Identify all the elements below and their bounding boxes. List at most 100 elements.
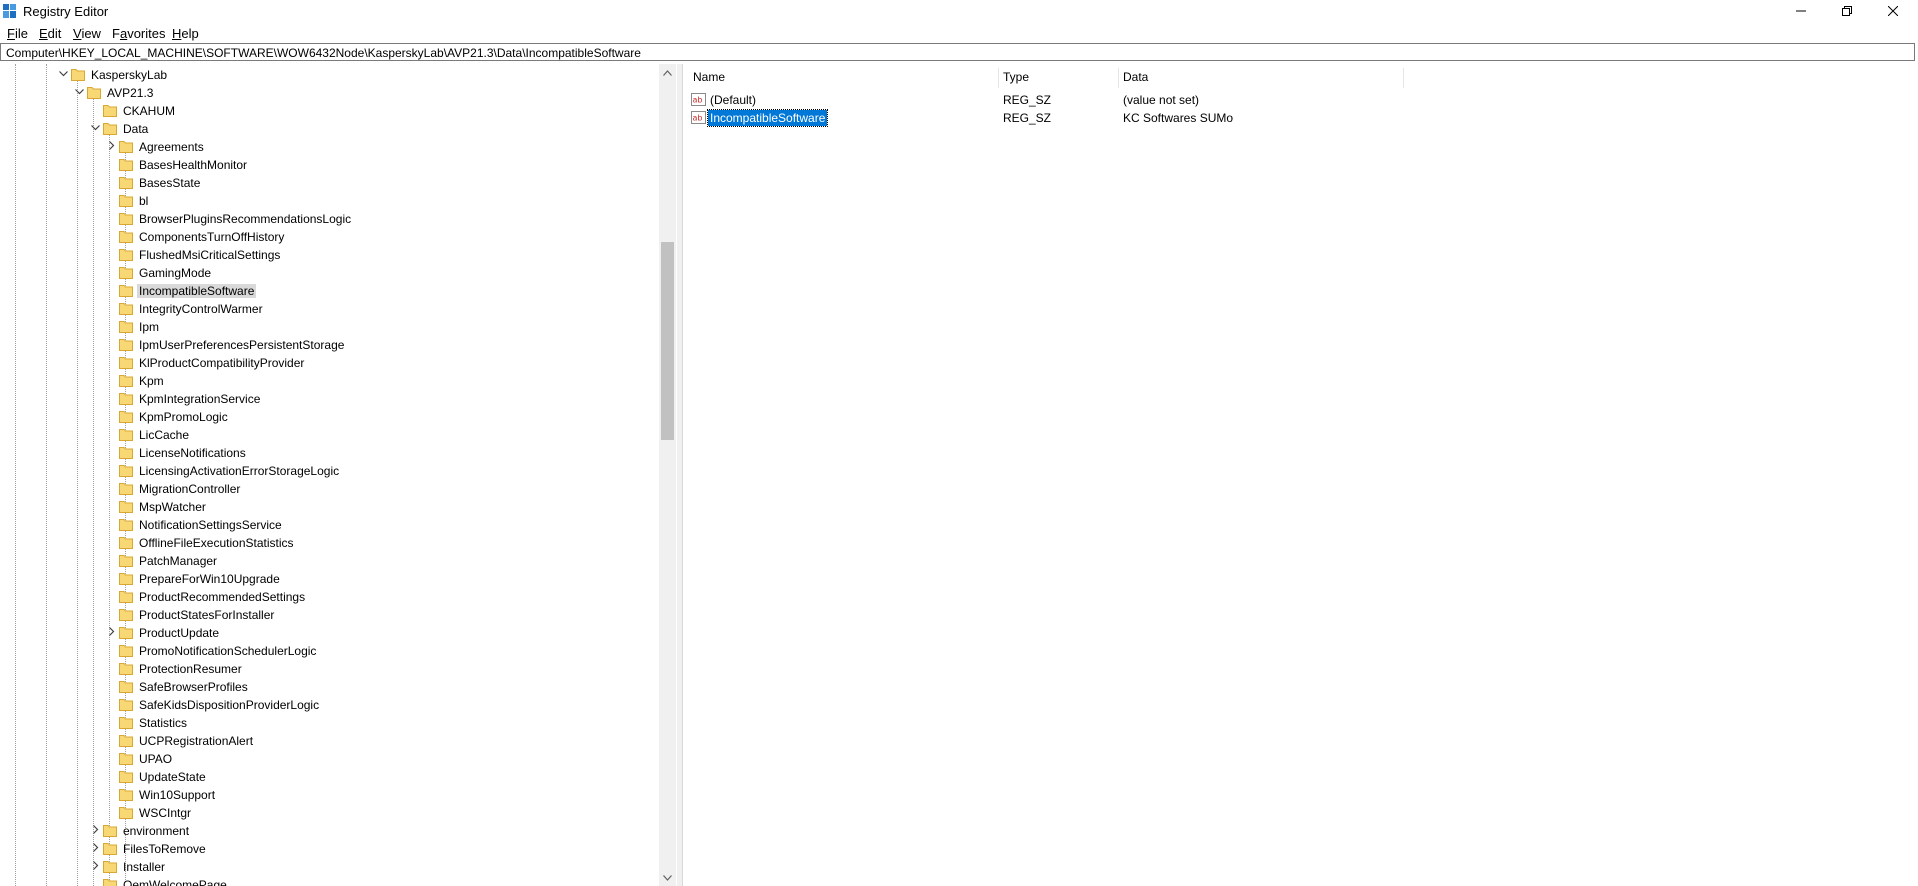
address-bar[interactable]: Computer\HKEY_LOCAL_MACHINE\SOFTWARE\WOW… [0,43,1915,61]
tree-item[interactable]: UPAO [0,750,640,768]
menu-help[interactable]: Help [172,26,199,41]
minimize-button[interactable] [1778,0,1824,22]
tree-item[interactable]: Ipm [0,318,640,336]
chevron-right-icon[interactable] [91,825,100,834]
column-header-name[interactable]: Name [693,68,725,86]
tree-item[interactable]: CKAHUM [0,102,640,120]
tree-item[interactable]: KlProductCompatibilityProvider [0,354,640,372]
chevron-down-icon [663,874,672,881]
scroll-thumb[interactable] [661,242,674,440]
chevron-right-icon[interactable] [107,627,116,636]
close-button[interactable] [1870,0,1916,22]
chevron-right-icon[interactable] [107,141,116,150]
tree-item[interactable]: environment [0,822,640,840]
tree-item[interactable]: ProductStatesForInstaller [0,606,640,624]
key-tree[interactable]: KasperskyLab AVP21.3 CKAHUM Data Agreements B… [0,64,678,886]
tree-item[interactable]: FlushedMsiCriticalSettings [0,246,640,264]
tree-item-label: LicensingActivationErrorStorageLogic [139,464,340,478]
tree-item[interactable]: PatchManager [0,552,640,570]
menu-favorites[interactable]: Favorites [112,26,165,41]
tree-item[interactable]: MspWatcher [0,498,640,516]
tree-item[interactable]: PrepareForWin10Upgrade [0,570,640,588]
tree-item-label: ComponentsTurnOffHistory [139,230,285,244]
tree-item[interactable]: KasperskyLab [0,66,640,84]
tree-item[interactable]: bl [0,192,640,210]
column-header-data[interactable]: Data [1123,68,1148,86]
folder-icon [119,465,133,477]
folder-icon [119,519,133,531]
tree-item[interactable]: SafeKidsDispositionProviderLogic [0,696,640,714]
tree-scrollbar[interactable] [659,64,676,886]
folder-icon [119,645,133,657]
folder-icon [119,717,133,729]
tree-item[interactable]: IpmUserPreferencesPersistentStorage [0,336,640,354]
tree-item-label: CKAHUM [123,104,176,118]
column-header-type[interactable]: Type [1003,68,1029,86]
address-path[interactable]: Computer\HKEY_LOCAL_MACHINE\SOFTWARE\WOW… [6,46,641,60]
tree-item-label: AVP21.3 [107,86,154,100]
tree-item[interactable]: MigrationController [0,480,640,498]
scroll-down-button[interactable] [659,869,676,886]
restore-button[interactable] [1824,0,1870,22]
values-list[interactable]: Name Type Data ab (Default) REG_SZ (value n… [682,64,1918,886]
scroll-up-button[interactable] [659,64,676,81]
tree-item[interactable]: WSCIntgr [0,804,640,822]
tree-item[interactable]: Installer [0,858,640,876]
folder-icon [119,627,133,639]
tree-item[interactable]: Data [0,120,640,138]
tree-item[interactable]: Win10Support [0,786,640,804]
menu-bar: File Edit View Favorites Help [0,23,1918,43]
tree-item[interactable]: BasesHealthMonitor [0,156,640,174]
value-row[interactable]: ab IncompatibleSoftware REG_SZ KC Softwares… [683,109,1883,127]
tree-item[interactable]: ProductRecommendedSettings [0,588,640,606]
menu-edit[interactable]: Edit [39,26,61,41]
tree-item-label: MspWatcher [139,500,206,514]
tree-item[interactable]: OfflineFileExecutionStatistics [0,534,640,552]
tree-item[interactable]: ComponentsTurnOffHistory [0,228,640,246]
chevron-down-icon[interactable] [75,87,84,96]
tree-item[interactable]: LicCache [0,426,640,444]
tree-item[interactable]: PromoNotificationSchedulerLogic [0,642,640,660]
tree-item[interactable]: OemWelcomePage [0,876,640,886]
column-separator[interactable] [1118,68,1119,88]
tree-item[interactable]: SafeBrowserProfiles [0,678,640,696]
tree-item[interactable]: BrowserPluginsRecommendationsLogic [0,210,640,228]
value-type: REG_SZ [1003,111,1052,125]
column-separator[interactable] [1403,68,1404,88]
tree-item[interactable]: BasesState [0,174,640,192]
tree-item[interactable]: Statistics [0,714,640,732]
tree-item[interactable]: KpmIntegrationService [0,390,640,408]
tree-item[interactable]: GamingMode [0,264,640,282]
string-value-icon: ab [691,93,706,106]
chevron-down-icon[interactable] [59,69,68,78]
tree-item[interactable]: UpdateState [0,768,640,786]
folder-icon [103,879,117,886]
tree-item[interactable]: FilesToRemove [0,840,640,858]
chevron-right-icon[interactable] [91,843,100,852]
chevron-right-icon[interactable] [91,861,100,870]
tree-item[interactable]: ProductUpdate [0,624,640,642]
column-separator[interactable] [998,68,999,88]
tree-item[interactable]: AVP21.3 [0,84,640,102]
folder-icon [103,123,117,135]
tree-item[interactable]: LicensingActivationErrorStorageLogic [0,462,640,480]
chevron-down-icon[interactable] [91,123,100,132]
menu-view[interactable]: View [73,26,101,41]
string-value-icon: ab [691,111,706,124]
tree-item[interactable]: IntegrityControlWarmer [0,300,640,318]
folder-icon [119,663,133,675]
tree-item[interactable]: ProtectionResumer [0,660,640,678]
tree-item[interactable]: Kpm [0,372,640,390]
folder-icon [119,429,133,441]
tree-item[interactable]: IncompatibleSoftware [0,282,640,300]
tree-item-label: KpmIntegrationService [139,392,261,406]
tree-item[interactable]: Agreements [0,138,640,156]
tree-item[interactable]: LicenseNotifications [0,444,640,462]
tree-item-label: PatchManager [139,554,218,568]
value-row[interactable]: ab (Default) REG_SZ (value not set) [683,91,1883,109]
folder-icon [119,681,133,693]
tree-item[interactable]: KpmPromoLogic [0,408,640,426]
menu-file[interactable]: File [7,26,28,41]
tree-item[interactable]: NotificationSettingsService [0,516,640,534]
tree-item[interactable]: UCPRegistrationAlert [0,732,640,750]
